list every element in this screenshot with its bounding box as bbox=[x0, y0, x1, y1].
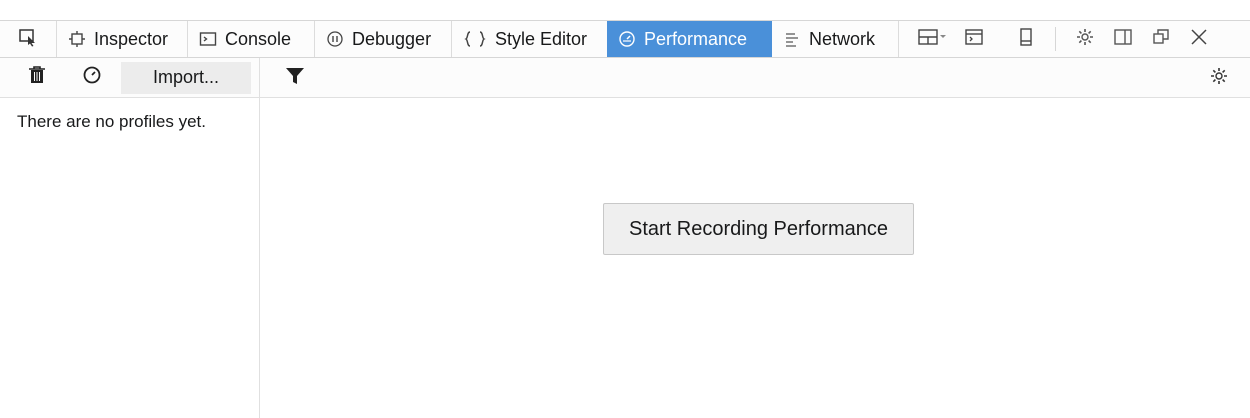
network-icon bbox=[782, 29, 802, 49]
tab-label: Network bbox=[809, 28, 876, 49]
clear-profiles-button[interactable] bbox=[18, 62, 56, 94]
undock-button[interactable] bbox=[1142, 21, 1180, 57]
split-console-icon bbox=[964, 27, 984, 52]
tab-label: Inspector bbox=[94, 28, 169, 49]
import-button[interactable]: Import... bbox=[121, 61, 251, 94]
tab-console[interactable]: Console bbox=[188, 21, 314, 57]
stopwatch-icon bbox=[82, 65, 102, 90]
tab-network[interactable]: Network bbox=[772, 21, 898, 57]
tab-label: Debugger bbox=[352, 28, 432, 49]
performance-toolbar: Import... bbox=[0, 58, 1250, 98]
tab-inspector[interactable]: Inspector bbox=[57, 21, 187, 57]
responsive-icon bbox=[1016, 27, 1036, 52]
tab-label: Performance bbox=[644, 28, 748, 49]
performance-main-panel: Start Recording Performance bbox=[260, 98, 1250, 418]
split-console-button[interactable] bbox=[955, 21, 993, 57]
style-editor-icon bbox=[462, 29, 488, 49]
empty-recordings-message: There are no profiles yet. bbox=[17, 112, 206, 131]
tab-label: Console bbox=[225, 28, 292, 49]
close-devtools-button[interactable] bbox=[1180, 21, 1218, 57]
pick-element-button[interactable] bbox=[0, 21, 56, 57]
performance-options-button[interactable] bbox=[1200, 62, 1238, 94]
debugger-icon bbox=[325, 29, 345, 49]
toolbar-divider bbox=[259, 58, 260, 98]
recordings-sidebar: There are no profiles yet. bbox=[0, 98, 260, 418]
trash-icon bbox=[28, 65, 46, 90]
tab-toolbar: Inspector Console Debugger Style Editor bbox=[0, 20, 1250, 58]
console-icon bbox=[198, 29, 218, 49]
dock-side-button[interactable] bbox=[1104, 21, 1142, 57]
devtools-window: Inspector Console Debugger Style Editor bbox=[0, 0, 1250, 418]
filter-icon bbox=[285, 66, 305, 91]
close-icon bbox=[1189, 27, 1209, 52]
layout-icon bbox=[917, 27, 947, 52]
record-toggle-button[interactable] bbox=[73, 62, 111, 94]
responsive-mode-button[interactable] bbox=[1007, 21, 1045, 57]
tab-label: Style Editor bbox=[495, 28, 588, 49]
pick-element-icon bbox=[18, 27, 38, 52]
tab-style-editor[interactable]: Style Editor bbox=[452, 21, 607, 57]
tab-debugger[interactable]: Debugger bbox=[315, 21, 451, 57]
layout-menu-button[interactable] bbox=[909, 21, 955, 57]
tab-divider bbox=[898, 21, 899, 57]
performance-icon bbox=[617, 29, 637, 49]
dock-side-icon bbox=[1113, 27, 1133, 52]
inspector-icon bbox=[67, 29, 87, 49]
start-recording-button[interactable]: Start Recording Performance bbox=[603, 203, 914, 255]
filter-button[interactable] bbox=[276, 62, 314, 94]
toolbar-divider bbox=[1055, 27, 1056, 51]
gear-icon bbox=[1209, 66, 1229, 91]
toolbox-buttons bbox=[909, 21, 1218, 57]
window-icon bbox=[1151, 27, 1171, 52]
tab-performance[interactable]: Performance bbox=[607, 21, 772, 57]
settings-button[interactable] bbox=[1066, 21, 1104, 57]
gear-icon bbox=[1075, 27, 1095, 52]
